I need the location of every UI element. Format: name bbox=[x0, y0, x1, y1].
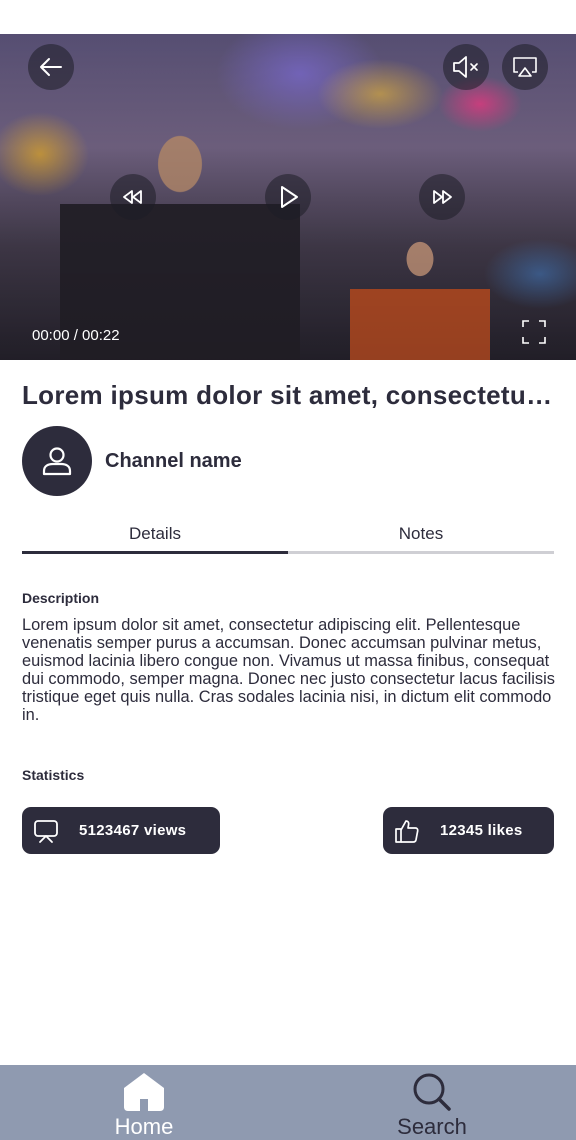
play-button[interactable] bbox=[265, 174, 311, 220]
fast-forward-icon bbox=[433, 190, 452, 204]
description-text: Lorem ipsum dolor sit amet, consectetur … bbox=[22, 616, 555, 724]
tab-notes[interactable]: Notes bbox=[288, 520, 554, 554]
search-icon bbox=[413, 1073, 451, 1111]
back-button[interactable] bbox=[28, 44, 74, 90]
user-icon bbox=[42, 447, 72, 476]
status-bar bbox=[0, 0, 576, 34]
speaker-muted-icon bbox=[453, 56, 478, 78]
tab-bar-search[interactable]: Search bbox=[288, 1065, 576, 1140]
tab-bar-home[interactable]: Home bbox=[0, 1065, 288, 1140]
bottom-tab-bar: Home Search bbox=[0, 1065, 576, 1140]
channel-info[interactable]: Channel name bbox=[22, 426, 242, 496]
tab-details[interactable]: Details bbox=[22, 520, 288, 554]
views-icon bbox=[34, 819, 58, 843]
description-heading: Description bbox=[22, 590, 100, 606]
arrow-left-icon bbox=[40, 58, 62, 76]
video-player[interactable]: 00:00 / 00:22 bbox=[0, 34, 576, 360]
likes-count: 12345 likes bbox=[440, 822, 523, 839]
likes-badge: 12345 likes bbox=[383, 807, 554, 854]
playback-time: 00:00 / 00:22 bbox=[32, 327, 120, 344]
views-count: 5123467 views bbox=[79, 822, 187, 839]
video-title: Lorem ipsum dolor sit amet, consectetur … bbox=[22, 380, 557, 410]
tab-bar-label: Search bbox=[397, 1114, 467, 1139]
channel-name[interactable]: Channel name bbox=[105, 450, 242, 473]
rewind-button[interactable] bbox=[110, 174, 156, 220]
home-icon bbox=[124, 1073, 164, 1111]
airplay-icon bbox=[513, 57, 537, 77]
fast-forward-button[interactable] bbox=[419, 174, 465, 220]
fullscreen-icon bbox=[522, 320, 546, 344]
avatar[interactable] bbox=[22, 426, 92, 496]
play-icon bbox=[281, 186, 298, 208]
tab-bar-label: Home bbox=[114, 1114, 174, 1139]
fullscreen-button[interactable] bbox=[520, 318, 548, 346]
airplay-button[interactable] bbox=[502, 44, 548, 90]
rewind-icon bbox=[123, 190, 142, 204]
views-badge: 5123467 views bbox=[22, 807, 220, 854]
statistics-heading: Statistics bbox=[22, 767, 85, 783]
thumbs-up-icon bbox=[395, 819, 419, 843]
mute-button[interactable] bbox=[443, 44, 489, 90]
tab-list: Details Notes bbox=[22, 520, 554, 554]
